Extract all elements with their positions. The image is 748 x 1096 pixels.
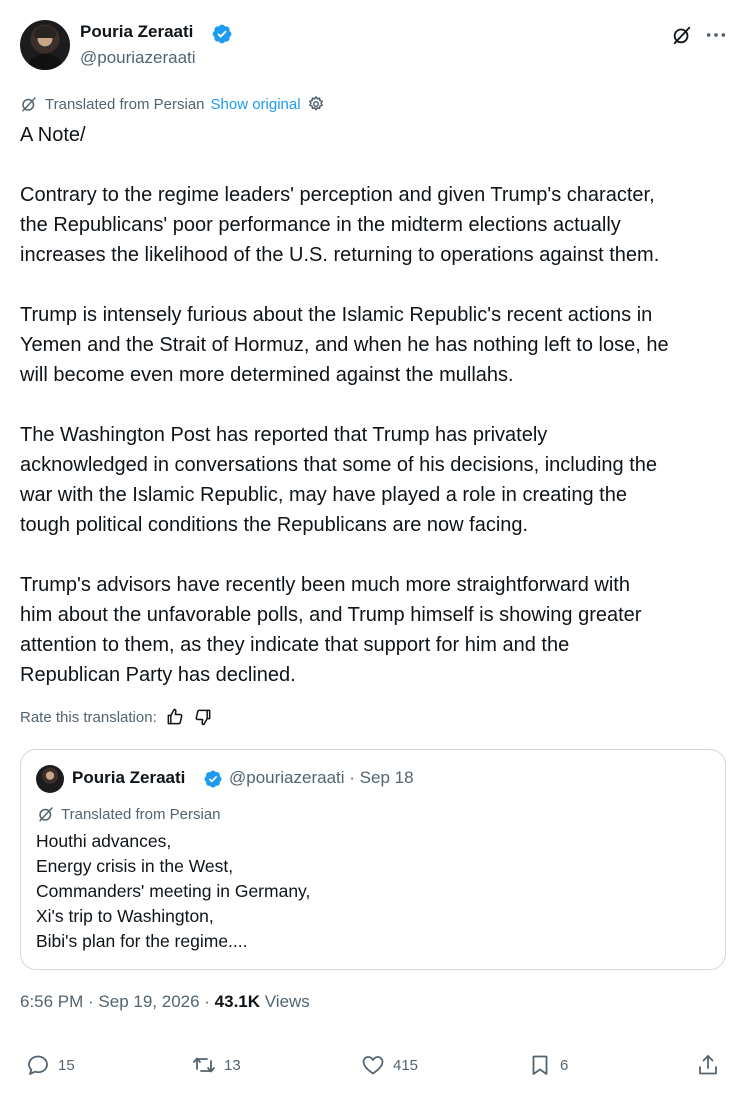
quote-avatar xyxy=(36,765,64,793)
thumbs-down-icon[interactable] xyxy=(193,707,213,727)
repost-button[interactable]: 13 xyxy=(192,1053,241,1077)
show-original-link[interactable]: Show original xyxy=(211,96,301,113)
repost-count: 13 xyxy=(224,1056,241,1074)
author-handle[interactable]: @pouriazeraati xyxy=(80,48,196,68)
post-paragraph: Trump's advisors have recently been much… xyxy=(20,574,642,686)
action-bar: 15 13 415 6 xyxy=(26,1053,726,1081)
quote-handle-date: @pouriazeraati · Sep 18 xyxy=(229,768,414,787)
rate-translation-label: Rate this translation: xyxy=(20,708,157,726)
reply-button[interactable]: 15 xyxy=(26,1053,75,1077)
quote-line: Bibi's plan for the regime.... xyxy=(36,931,248,951)
translation-label: Translated from Persian xyxy=(45,95,205,113)
quote-line: Xi's trip to Washington, xyxy=(36,906,214,926)
author-avatar[interactable] xyxy=(20,20,70,70)
grok-icon[interactable] xyxy=(671,24,693,46)
repost-icon xyxy=(193,1057,215,1073)
post-paragraph: A Note/ xyxy=(20,124,86,146)
bookmark-icon xyxy=(532,1055,548,1075)
quote-line: Houthi advances, xyxy=(36,831,172,851)
post-paragraph: Contrary to the regime leaders' percepti… xyxy=(20,184,660,266)
views-count: 43.1K xyxy=(214,992,261,1011)
quote-translation-row: Translated from Persian xyxy=(37,805,221,823)
share-button[interactable] xyxy=(696,1053,728,1077)
quote-author-name: Pouria Zeraati xyxy=(72,768,186,787)
like-count: 415 xyxy=(393,1056,419,1074)
reply-count: 15 xyxy=(58,1056,75,1074)
verified-badge-icon xyxy=(212,24,232,44)
author-name[interactable]: Pouria Zeraati xyxy=(80,22,193,42)
quote-line: Energy crisis in the West, xyxy=(36,856,234,876)
more-options-icon[interactable] xyxy=(705,26,727,44)
quoted-post[interactable]: Pouria Zeraati @pouriazeraati · Sep 18 T… xyxy=(20,749,726,970)
post-timestamp[interactable]: 6:56 PM · Sep 19, 2026 · xyxy=(20,992,215,1011)
thumbs-up-icon[interactable] xyxy=(165,707,185,727)
views-label: Views xyxy=(260,992,310,1011)
reply-icon xyxy=(28,1055,48,1075)
quote-translation-label: Translated from Persian xyxy=(61,805,221,823)
quote-body: Houthi advances, Energy crisis in the We… xyxy=(36,829,706,954)
post-meta: 6:56 PM · Sep 19, 2026 · 43.1K Views xyxy=(20,992,310,1012)
post-body: A Note/ Contrary to the regime leaders' … xyxy=(20,120,732,690)
heart-icon xyxy=(362,1056,384,1075)
share-icon xyxy=(699,1055,717,1075)
verified-badge-icon xyxy=(204,770,222,788)
grok-translate-icon xyxy=(22,97,36,112)
rate-translation-row: Rate this translation: xyxy=(20,707,213,727)
bookmark-button[interactable]: 6 xyxy=(528,1053,568,1077)
grok-translate-icon xyxy=(39,807,53,822)
post-paragraph: The Washington Post has reported that Tr… xyxy=(20,424,658,536)
translation-row: Translated from Persian Show original xyxy=(20,94,325,114)
post-paragraph: Trump is intensely furious about the Isl… xyxy=(20,304,669,386)
quote-line: Commanders' meeting in Germany, xyxy=(36,881,311,901)
gear-icon[interactable] xyxy=(307,95,325,113)
like-button[interactable]: 415 xyxy=(361,1053,418,1077)
bookmark-count: 6 xyxy=(560,1056,569,1074)
